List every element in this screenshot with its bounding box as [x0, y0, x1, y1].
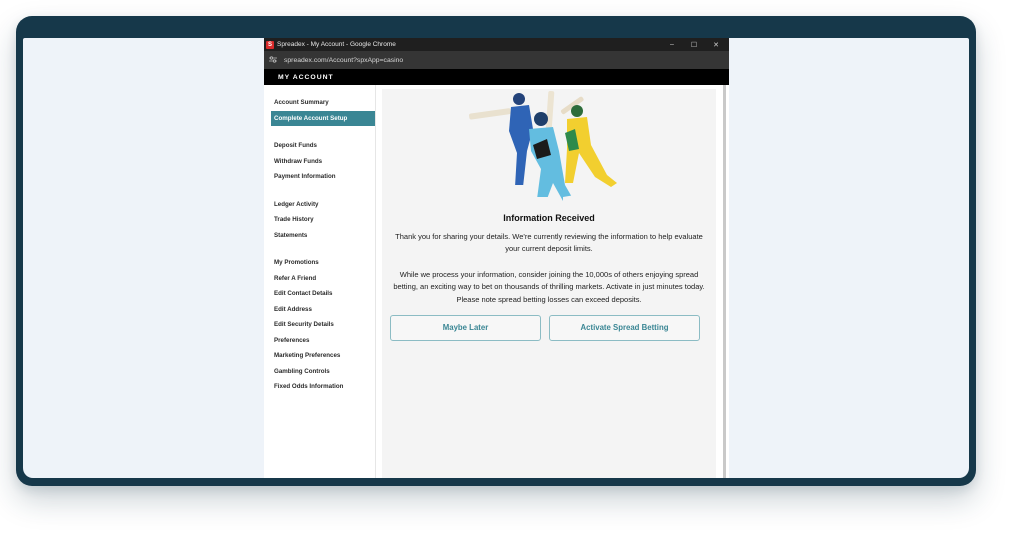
message-title: Information Received [503, 213, 595, 223]
sidebar-item-account-summary[interactable]: Account Summary [264, 95, 375, 111]
maybe-later-button[interactable]: Maybe Later [390, 315, 541, 341]
address-bar[interactable]: spreadex.com/Account?spxApp=casino [264, 51, 729, 69]
sidebar-item-ledger-activity[interactable]: Ledger Activity [264, 197, 375, 213]
tune-icon[interactable] [268, 55, 278, 65]
sidebar-item-preferences[interactable]: Preferences [264, 333, 375, 349]
scrollbar[interactable] [723, 85, 726, 478]
app-header-title: MY ACCOUNT [278, 73, 334, 81]
message-paragraph-review: Thank you for sharing your details. We'r… [395, 232, 703, 254]
sidebar-item-fixed-odds-information[interactable]: Fixed Odds Information [264, 379, 375, 395]
sidebar-item-withdraw-funds[interactable]: Withdraw Funds [264, 154, 375, 170]
activate-spread-betting-button[interactable]: Activate Spread Betting [549, 315, 700, 341]
page-content: Account Summary Complete Account Setup D… [264, 85, 729, 478]
maximize-icon[interactable]: ☐ [683, 41, 705, 49]
sidebar-item-edit-address[interactable]: Edit Address [264, 302, 375, 318]
minimize-icon[interactable]: – [661, 41, 683, 48]
sidebar-item-payment-information[interactable]: Payment Information [264, 169, 375, 185]
sidebar-item-trade-history[interactable]: Trade History [264, 212, 375, 228]
sidebar-item-refer-a-friend[interactable]: Refer A Friend [264, 271, 375, 287]
sidebar-item-deposit-funds[interactable]: Deposit Funds [264, 138, 375, 154]
main-panel: Information Received Thank you for shari… [382, 89, 716, 478]
screen: S Spreadex - My Account - Google Chrome … [23, 38, 969, 478]
sidebar-item-edit-contact-details[interactable]: Edit Contact Details [264, 286, 375, 302]
sidebar-item-marketing-preferences[interactable]: Marketing Preferences [264, 348, 375, 364]
message-paragraph-spread-betting: While we process your information, consi… [393, 270, 705, 304]
sidebar-item-edit-security-details[interactable]: Edit Security Details [264, 317, 375, 333]
app-header: MY ACCOUNT [264, 69, 729, 85]
stage: S Spreadex - My Account - Google Chrome … [0, 0, 1024, 534]
sidebar-item-my-promotions[interactable]: My Promotions [264, 255, 375, 271]
sidebar-item-statements[interactable]: Statements [264, 228, 375, 244]
browser-titlebar: S Spreadex - My Account - Google Chrome … [264, 38, 729, 51]
sidebar-item-gambling-controls[interactable]: Gambling Controls [264, 364, 375, 380]
device-frame: S Spreadex - My Account - Google Chrome … [16, 16, 976, 486]
browser-window: S Spreadex - My Account - Google Chrome … [264, 38, 729, 478]
close-icon[interactable]: ✕ [705, 41, 727, 49]
cricket-players-illustration [469, 90, 617, 203]
sidebar: Account Summary Complete Account Setup D… [264, 85, 376, 478]
window-title: Spreadex - My Account - Google Chrome [277, 41, 396, 48]
sidebar-item-complete-account-setup[interactable]: Complete Account Setup [271, 110, 375, 126]
spreadex-favicon-icon: S [266, 40, 274, 49]
url-text[interactable]: spreadex.com/Account?spxApp=casino [284, 57, 403, 64]
